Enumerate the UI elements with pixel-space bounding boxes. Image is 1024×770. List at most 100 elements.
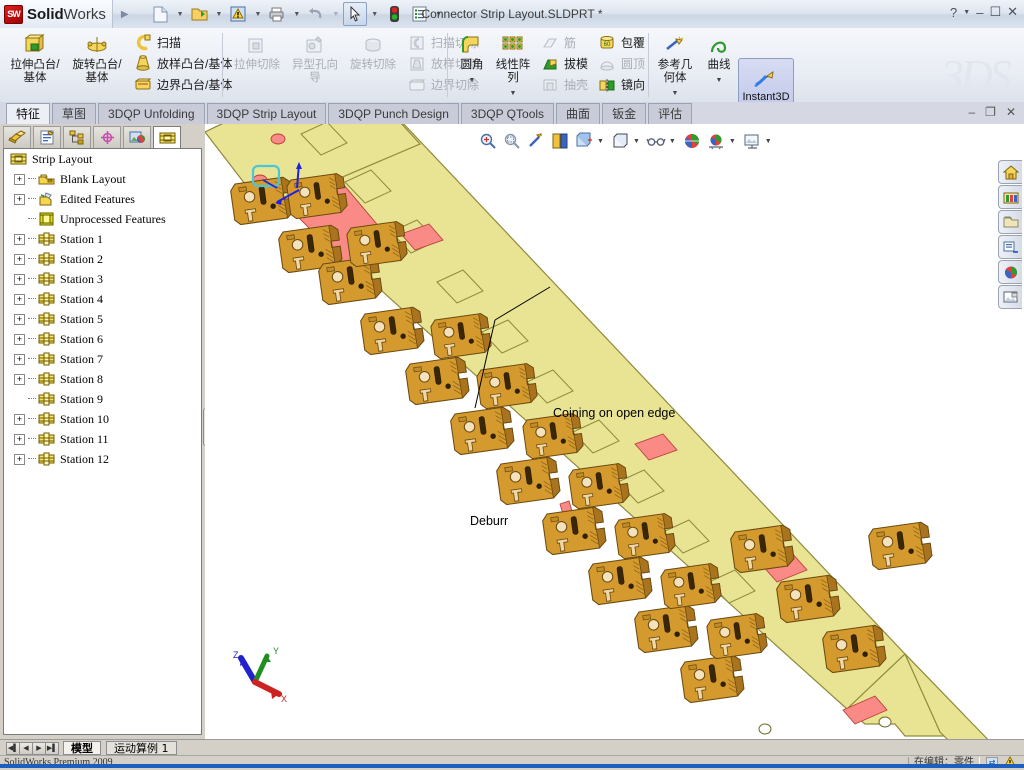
options-button[interactable] [407, 2, 431, 26]
file-explorer-button[interactable] [998, 210, 1022, 234]
shell-button[interactable]: 抽壳 [539, 74, 588, 95]
rebuild-button[interactable] [226, 2, 250, 26]
open-document-caret-icon[interactable]: ▼ [213, 11, 226, 18]
undo-caret-icon[interactable]: ▼ [329, 11, 342, 18]
strip-layout-tab[interactable] [153, 126, 181, 148]
tree-node-station-6[interactable]: + Station 6 [4, 329, 201, 349]
zoom-to-fit-button[interactable] [477, 130, 499, 152]
linear-pattern-button[interactable]: 线性阵列 ▼ [493, 28, 533, 100]
tab-sketch[interactable]: 草图 [52, 103, 97, 124]
expand-icon[interactable]: + [14, 333, 25, 345]
tree-node-station-7[interactable]: + Station 7 [4, 349, 201, 369]
minimize-button[interactable]: – [976, 5, 983, 20]
curves-button[interactable]: 曲线 ▼ [701, 28, 737, 87]
strip-layout-tree[interactable]: Strip Layout + Blank Layout + Edited Fea… [3, 148, 202, 735]
expand-icon[interactable]: + [14, 413, 25, 425]
zoom-to-area-button[interactable] [501, 130, 523, 152]
graphics-viewport[interactable]: Coining on open edge Deburr Y Z X ▼ ▼ ▼ … [205, 124, 1024, 739]
configuration-manager-tab[interactable] [63, 126, 91, 148]
design-library-button[interactable] [998, 185, 1022, 209]
undo-button[interactable] [304, 2, 328, 26]
dimxpert-tab[interactable] [93, 126, 121, 148]
tree-node-station-9[interactable]: Station 9 [4, 389, 201, 409]
print-button[interactable] [265, 2, 289, 26]
instant3d-button[interactable]: Instant3D [738, 58, 794, 102]
extrude-boss-button[interactable]: 拉伸凸台/基体 [8, 28, 62, 85]
expand-icon[interactable]: + [14, 273, 25, 285]
feature-manager-tab[interactable] [3, 126, 31, 148]
previous-view-button[interactable] [525, 130, 547, 152]
solidworks-logo[interactable]: SW SolidWorks [0, 0, 113, 28]
dome-button[interactable]: 圆顶 [596, 53, 645, 74]
tree-node-station-4[interactable]: + Station 4 [4, 289, 201, 309]
tab-features[interactable]: 特征 [6, 103, 51, 124]
extrude-cut-button[interactable]: 拉伸切除 [230, 28, 284, 72]
first-sheet-button[interactable]: ◀▌ [6, 741, 20, 755]
curves-caret-icon[interactable]: ▼ [701, 74, 737, 87]
print-caret-icon[interactable]: ▼ [290, 11, 303, 18]
expand-icon[interactable]: + [14, 313, 25, 325]
last-sheet-button[interactable]: ▶▌ [45, 741, 59, 755]
fillet-caret-icon[interactable]: ▼ [453, 74, 491, 87]
tree-node-station-3[interactable]: + Station 3 [4, 269, 201, 289]
view-settings-button[interactable] [741, 130, 763, 152]
draft-button[interactable]: 拔模 [539, 53, 588, 74]
sweep-button[interactable]: 扫描 [132, 32, 232, 53]
edit-appearance-button[interactable] [681, 130, 703, 152]
display-manager-tab[interactable] [123, 126, 151, 148]
view-settings-caret-icon[interactable]: ▼ [765, 138, 775, 145]
prev-sheet-button[interactable]: ◀ [19, 741, 33, 755]
maximize-button[interactable]: ☐ [989, 4, 1001, 20]
select-tool-caret-icon[interactable]: ▼ [368, 11, 381, 18]
reference-geometry-caret-icon[interactable]: ▼ [653, 87, 697, 100]
tree-node-edited-features[interactable]: + Edited Features [4, 189, 201, 209]
rebuild-caret-icon[interactable]: ▼ [251, 11, 264, 18]
tab-surfaces[interactable]: 曲面 [556, 103, 601, 124]
tree-node-station-11[interactable]: + Station 11 [4, 429, 201, 449]
hole-wizard-button[interactable]: 异型孔向导 [288, 28, 342, 85]
new-document-button[interactable] [149, 2, 173, 26]
tree-node-station-2[interactable]: + Station 2 [4, 249, 201, 269]
loft-boss-button[interactable]: 放样凸台/基体 [132, 53, 232, 74]
mdi-restore-button[interactable]: ❐ [985, 105, 996, 119]
tab-3dqp-qtools[interactable]: 3DQP QTools [460, 103, 555, 124]
tree-node-station-5[interactable]: + Station 5 [4, 309, 201, 329]
help-caret-icon[interactable]: ▼ [963, 9, 970, 16]
expand-icon[interactable]: + [14, 353, 25, 365]
tab-3dqp-strip-layout[interactable]: 3DQP Strip Layout [206, 103, 327, 124]
hide-show-items-button[interactable] [645, 130, 667, 152]
expand-icon[interactable]: + [14, 173, 25, 185]
display-style-button[interactable] [609, 130, 631, 152]
expand-icon[interactable]: + [14, 293, 25, 305]
tree-node-station-12[interactable]: + Station 12 [4, 449, 201, 469]
hide-show-caret-icon[interactable]: ▼ [669, 138, 679, 145]
expand-icon[interactable]: + [14, 253, 25, 265]
revolve-boss-button[interactable]: 旋转凸台/基体 [70, 28, 124, 85]
search-button[interactable] [998, 235, 1022, 259]
sw-resources-button[interactable] [998, 160, 1022, 184]
expand-icon[interactable]: + [14, 373, 25, 385]
sheet-tab-model[interactable]: 模型 [63, 741, 101, 755]
expand-icon[interactable]: + [14, 193, 25, 205]
sheet-tab-motion-study[interactable]: 运动算例 1 [106, 741, 177, 755]
fillet-button[interactable]: 圆角 ▼ [453, 28, 491, 87]
apply-scene-button[interactable] [705, 130, 727, 152]
select-tool-button[interactable] [343, 2, 368, 26]
open-document-button[interactable] [188, 2, 212, 26]
appearances-button[interactable] [998, 285, 1022, 309]
apply-scene-caret-icon[interactable]: ▼ [729, 138, 739, 145]
linear-pattern-caret-icon[interactable]: ▼ [493, 87, 533, 100]
mdi-close-button[interactable]: ✕ [1006, 105, 1016, 119]
options-caret-icon[interactable]: ▼ [432, 11, 445, 18]
reference-geometry-button[interactable]: 参考几何体 ▼ [653, 28, 697, 100]
revolve-cut-button[interactable]: 旋转切除 [346, 28, 400, 72]
mirror-button[interactable]: 镜向 [596, 74, 645, 95]
tree-node-station-8[interactable]: + Station 8 [4, 369, 201, 389]
tab-evaluate[interactable]: 评估 [648, 103, 693, 124]
expand-icon[interactable]: + [14, 233, 25, 245]
rib-button[interactable]: 筋 [539, 32, 588, 53]
display-style-caret-icon[interactable]: ▼ [633, 138, 643, 145]
property-manager-tab[interactable] [33, 126, 61, 148]
close-button[interactable]: ✕ [1007, 4, 1018, 20]
view-orientation-caret-icon[interactable]: ▼ [597, 138, 607, 145]
